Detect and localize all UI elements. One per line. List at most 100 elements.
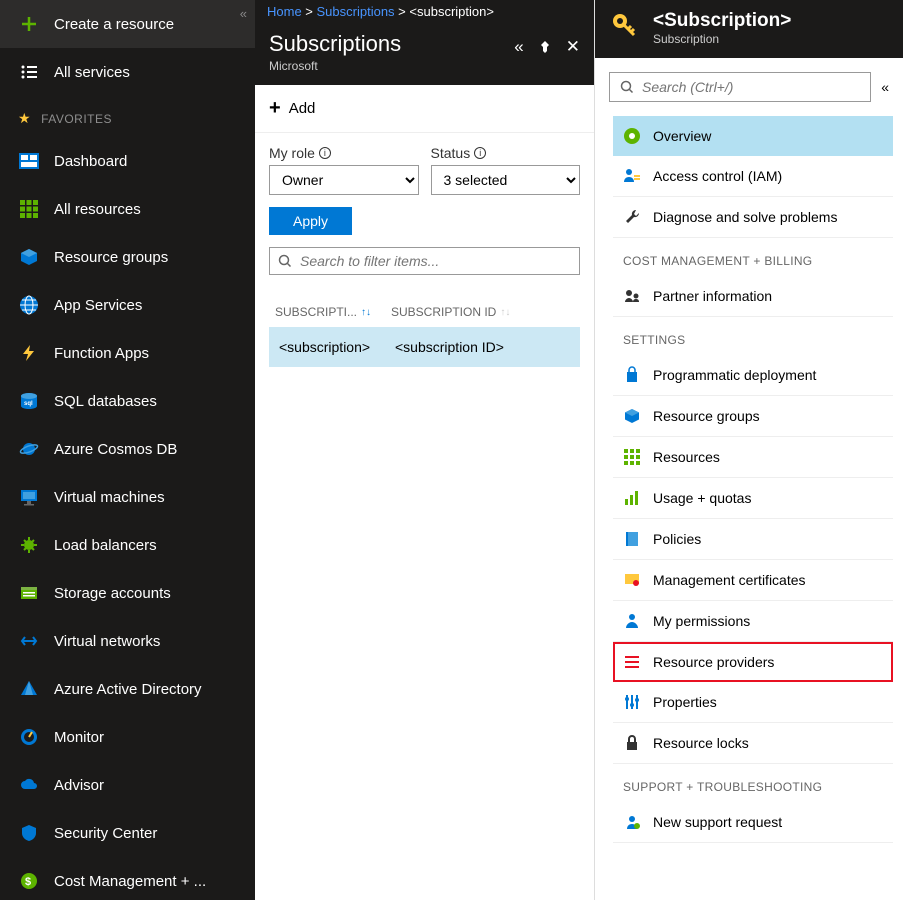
info-icon[interactable]: i xyxy=(474,147,486,159)
menu-resource-locks[interactable]: Resource locks xyxy=(613,723,893,764)
cloud-icon xyxy=(18,774,40,796)
sidebar-item-virtual-machines[interactable]: Virtual machines xyxy=(0,473,255,521)
sidebar-item-cosmos-db[interactable]: Azure Cosmos DB xyxy=(0,425,255,473)
menu-certificates[interactable]: Management certificates xyxy=(613,560,893,601)
sidebar-item-function-apps[interactable]: Function Apps xyxy=(0,329,255,377)
info-icon[interactable]: i xyxy=(319,147,331,159)
plus-icon xyxy=(18,13,40,35)
menu-resource-providers[interactable]: Resource providers xyxy=(613,642,893,682)
lock-icon xyxy=(623,734,641,752)
support-icon xyxy=(623,813,641,831)
grid-icon xyxy=(623,448,641,466)
all-services-label: All services xyxy=(54,64,130,81)
sidebar-item-azure-ad[interactable]: Azure Active Directory xyxy=(0,665,255,713)
menu-search-input[interactable] xyxy=(642,79,860,95)
minimize-icon[interactable]: « xyxy=(514,37,523,57)
collapse-sidebar-icon[interactable]: « xyxy=(240,6,247,21)
apply-button[interactable]: Apply xyxy=(269,207,352,235)
menu-usage-quotas[interactable]: Usage + quotas xyxy=(613,478,893,519)
cube-icon xyxy=(623,407,641,425)
grid-icon xyxy=(18,198,40,220)
gauge-icon xyxy=(18,726,40,748)
create-resource-label: Create a resource xyxy=(54,16,174,33)
menu-my-permissions[interactable]: My permissions xyxy=(613,601,893,642)
subscription-detail-panel: <Subscription> Subscription « Overview A… xyxy=(595,0,903,900)
sidebar-item-storage-accounts[interactable]: Storage accounts xyxy=(0,569,255,617)
close-icon[interactable]: ✕ xyxy=(566,37,580,57)
section-settings: SETTINGS xyxy=(613,317,893,355)
left-sidebar: « Create a resource All services ★ FAVOR… xyxy=(0,0,255,900)
search-filter-input[interactable] xyxy=(300,253,571,269)
menu-search-box[interactable] xyxy=(609,72,871,102)
storage-icon xyxy=(18,582,40,604)
menu-resources[interactable]: Resources xyxy=(613,437,893,478)
section-support: SUPPORT + TROUBLESHOOTING xyxy=(613,764,893,802)
sidebar-item-monitor[interactable]: Monitor xyxy=(0,713,255,761)
right-title: <Subscription> xyxy=(653,10,791,32)
menu-programmatic[interactable]: Programmatic deployment xyxy=(613,355,893,396)
menu-policies[interactable]: Policies xyxy=(613,519,893,560)
breadcrumb-subscriptions[interactable]: Subscriptions xyxy=(317,4,395,19)
overview-icon xyxy=(623,127,641,145)
pin-icon[interactable] xyxy=(538,40,552,54)
person-icon xyxy=(623,612,641,630)
menu-diagnose[interactable]: Diagnose and solve problems xyxy=(613,197,893,238)
document-icon xyxy=(623,530,641,548)
status-select[interactable]: 3 selected xyxy=(431,165,581,195)
cost-icon: $ xyxy=(18,870,40,892)
search-icon xyxy=(620,80,634,94)
key-icon xyxy=(609,10,641,42)
menu-new-support-request[interactable]: New support request xyxy=(613,802,893,843)
breadcrumb: Home > Subscriptions > <subscription> xyxy=(255,0,594,23)
sliders-icon xyxy=(623,693,641,711)
sidebar-item-virtual-networks[interactable]: Virtual networks xyxy=(0,617,255,665)
table-row[interactable]: <subscription> <subscription ID> xyxy=(269,327,580,367)
menu-partner-info[interactable]: Partner information xyxy=(613,276,893,317)
load-balancer-icon xyxy=(18,534,40,556)
subscriptions-panel: Home > Subscriptions > <subscription> Su… xyxy=(255,0,595,900)
sidebar-item-security-center[interactable]: Security Center xyxy=(0,809,255,857)
section-cost: COST MANAGEMENT + BILLING xyxy=(613,238,893,276)
cube-icon xyxy=(18,246,40,268)
expand-icon[interactable]: « xyxy=(881,79,889,95)
breadcrumb-home[interactable]: Home xyxy=(267,4,302,19)
search-filter-box[interactable] xyxy=(269,247,580,275)
sidebar-item-cost-management[interactable]: $Cost Management + ... xyxy=(0,857,255,900)
shield-icon xyxy=(18,822,40,844)
sidebar-item-sql-databases[interactable]: sqlSQL databases xyxy=(0,377,255,425)
menu-overview[interactable]: Overview xyxy=(613,116,893,156)
sidebar-item-app-services[interactable]: App Services xyxy=(0,281,255,329)
list-icon xyxy=(623,653,641,671)
panel-subtitle: Microsoft xyxy=(269,59,401,73)
bag-icon xyxy=(623,366,641,384)
right-subtitle: Subscription xyxy=(653,32,791,46)
certificate-icon xyxy=(623,571,641,589)
menu-list: Overview Access control (IAM) Diagnose a… xyxy=(595,116,903,900)
sidebar-item-all-resources[interactable]: All resources xyxy=(0,185,255,233)
my-role-label: My rolei xyxy=(269,145,419,161)
all-services-button[interactable]: All services xyxy=(0,48,255,96)
cosmos-icon xyxy=(18,438,40,460)
filters: My rolei Owner Statusi 3 selected Apply xyxy=(255,133,594,287)
menu-resource-groups[interactable]: Resource groups xyxy=(613,396,893,437)
sidebar-item-resource-groups[interactable]: Resource groups xyxy=(0,233,255,281)
right-header: <Subscription> Subscription xyxy=(595,0,903,58)
database-icon: sql xyxy=(18,390,40,412)
panel-header: Subscriptions Microsoft « ✕ xyxy=(255,23,594,85)
svg-text:$: $ xyxy=(25,876,31,888)
dashboard-icon xyxy=(18,150,40,172)
partner-icon xyxy=(623,287,641,305)
menu-properties[interactable]: Properties xyxy=(613,682,893,723)
breadcrumb-current: <subscription> xyxy=(409,4,494,19)
create-resource-button[interactable]: Create a resource xyxy=(0,0,255,48)
star-icon: ★ xyxy=(18,110,31,127)
sidebar-item-advisor[interactable]: Advisor xyxy=(0,761,255,809)
menu-access-control[interactable]: Access control (IAM) xyxy=(613,156,893,197)
sidebar-item-dashboard[interactable]: Dashboard xyxy=(0,137,255,185)
col-subscription-name[interactable]: SUBSCRIPTI...↑↓ xyxy=(275,305,375,319)
favorites-header: ★ FAVORITES xyxy=(0,96,255,137)
sidebar-item-load-balancers[interactable]: Load balancers xyxy=(0,521,255,569)
role-select[interactable]: Owner xyxy=(269,165,419,195)
col-subscription-id[interactable]: SUBSCRIPTION ID↑↓ xyxy=(391,305,510,319)
add-button[interactable]: + Add xyxy=(269,97,315,120)
